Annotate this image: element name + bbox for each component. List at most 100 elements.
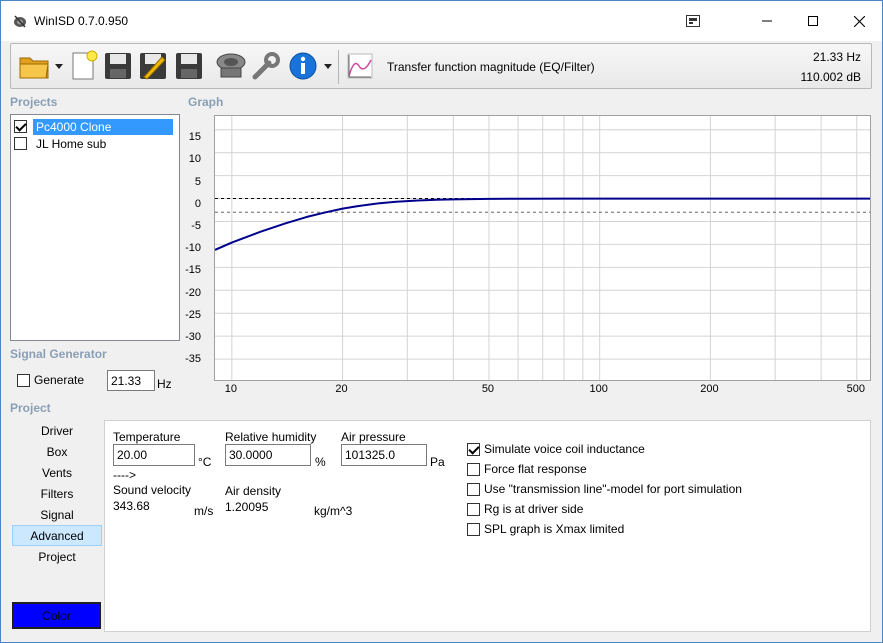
- option-label: Use "transmission line"-model for port s…: [484, 482, 742, 496]
- y-tick-label: -10: [185, 242, 201, 254]
- project-color-button[interactable]: Color: [12, 602, 101, 629]
- humidity-unit: %: [315, 455, 326, 469]
- option-rg-driver-side[interactable]: Rg is at driver side: [467, 502, 583, 516]
- temperature-unit: °C: [198, 455, 212, 469]
- y-tick-label: 10: [188, 153, 201, 165]
- nav-vents[interactable]: Vents: [12, 462, 102, 483]
- projects-label: Projects: [10, 95, 58, 109]
- project-item[interactable]: Pc4000 Clone: [14, 118, 180, 135]
- option-label: SPL graph is Xmax limited: [484, 522, 625, 536]
- cursor-frequency: 21.33 Hz: [812, 50, 861, 64]
- option-checkbox[interactable]: [467, 462, 480, 476]
- floppy-pencil-icon: [140, 53, 166, 80]
- y-tick-label: -30: [185, 331, 201, 343]
- generate-checkbox[interactable]: [17, 373, 30, 387]
- option-label: Force flat response: [484, 462, 587, 476]
- y-tick-label: 15: [188, 131, 201, 143]
- sound-velocity-unit: m/s: [194, 504, 214, 518]
- nav-advanced[interactable]: Advanced: [12, 525, 102, 546]
- signal-generator-label: Signal Generator: [10, 347, 107, 361]
- nav-project[interactable]: Project: [12, 546, 102, 567]
- generate-checkbox-row[interactable]: Generate: [17, 373, 84, 387]
- nav-box[interactable]: Box: [12, 441, 102, 462]
- air-density-unit: kg/m^3: [314, 504, 353, 518]
- minimize-button[interactable]: [744, 1, 790, 41]
- y-tick-label: -25: [185, 309, 201, 321]
- maximize-icon: [808, 16, 818, 26]
- save-as-button[interactable]: [136, 49, 170, 83]
- graph-label: Graph: [188, 95, 224, 109]
- project-checkbox[interactable]: [14, 137, 27, 150]
- option-label: Rg is at driver side: [484, 502, 584, 516]
- option-checkbox[interactable]: [467, 522, 480, 536]
- app-icon: [14, 15, 26, 28]
- maximize-button[interactable]: [790, 1, 836, 41]
- frequency-response-graph[interactable]: [214, 115, 871, 381]
- option-voice-coil-inductance[interactable]: Simulate voice coil inductance: [467, 442, 645, 456]
- sound-velocity-label: Sound velocity: [113, 483, 192, 497]
- temperature-label: Temperature: [113, 430, 181, 444]
- x-tick-label: 200: [700, 383, 719, 395]
- option-label: Simulate voice coil inductance: [484, 442, 645, 456]
- x-tick-label: 20: [335, 383, 348, 395]
- generate-label: Generate: [34, 373, 85, 387]
- project-item[interactable]: JL Home sub: [14, 135, 180, 152]
- close-button[interactable]: [836, 1, 882, 41]
- chevron-down-icon[interactable]: [324, 64, 332, 70]
- option-checkbox[interactable]: [467, 482, 480, 496]
- project-nav: Driver Box Vents Filters Signal Advanced…: [12, 420, 102, 567]
- option-force-flat-response[interactable]: Force flat response: [467, 462, 587, 476]
- graph-type-button[interactable]: [343, 49, 377, 83]
- toolbar-separator: [338, 50, 339, 84]
- graph-grid: [215, 116, 870, 380]
- arrow-indicator: ---->: [113, 468, 136, 482]
- wrench-icon: [252, 52, 280, 80]
- save-all-button[interactable]: [172, 49, 206, 83]
- app-window: WinISD 0.7.0.950 Transfer function magni…: [0, 0, 883, 643]
- x-tick-label: 500: [846, 383, 865, 395]
- toolbar: Transfer function magnitude (EQ/Filter) …: [10, 43, 872, 89]
- floppy-disk-icon: [105, 53, 131, 79]
- air-density-value: 1.20095: [225, 500, 269, 514]
- option-spl-xmax-limited[interactable]: SPL graph is Xmax limited: [467, 522, 624, 536]
- y-tick-label: -5: [191, 220, 201, 232]
- nav-filters[interactable]: Filters: [12, 483, 102, 504]
- pressure-unit: Pa: [430, 455, 445, 469]
- temperature-input[interactable]: [113, 444, 195, 466]
- humidity-input[interactable]: [225, 444, 311, 466]
- pressure-label: Air pressure: [341, 430, 406, 444]
- new-project-button[interactable]: [67, 49, 101, 83]
- generator-frequency-input[interactable]: [107, 370, 155, 391]
- speaker-driver-icon: [216, 53, 246, 78]
- window-layout-icon: [686, 15, 700, 27]
- x-tick-label: 10: [224, 383, 237, 395]
- option-checkbox[interactable]: [467, 442, 480, 456]
- chevron-down-icon[interactable]: [55, 64, 63, 70]
- project-checkbox[interactable]: [14, 120, 27, 133]
- new-document-icon: [72, 50, 98, 80]
- save-button[interactable]: [101, 49, 135, 83]
- restore-layout-button[interactable]: [670, 1, 716, 41]
- y-tick-label: -35: [185, 353, 201, 365]
- sound-velocity-value: 343.68: [113, 499, 150, 513]
- project-name: Pc4000 Clone: [33, 118, 173, 135]
- options-button[interactable]: [249, 49, 283, 83]
- projects-list[interactable]: Pc4000 Clone JL Home sub: [10, 114, 180, 341]
- y-tick-label: -15: [185, 264, 201, 276]
- y-tick-label: 5: [194, 176, 201, 188]
- option-checkbox[interactable]: [467, 502, 480, 516]
- generator-frequency-unit: Hz: [157, 377, 172, 391]
- open-button[interactable]: [17, 49, 51, 83]
- nav-driver[interactable]: Driver: [12, 420, 102, 441]
- y-tick-label: 0: [194, 198, 201, 210]
- option-transmission-line-model[interactable]: Use "transmission line"-model for port s…: [467, 482, 742, 496]
- y-tick-label: -20: [185, 287, 201, 299]
- window-title: WinISD 0.7.0.950: [34, 14, 129, 28]
- about-button[interactable]: [286, 49, 320, 83]
- graph-type-label: Transfer function magnitude (EQ/Filter): [387, 60, 595, 74]
- minimize-icon: [762, 20, 772, 22]
- air-density-label: Air density: [225, 484, 282, 498]
- pressure-input[interactable]: [341, 444, 427, 466]
- nav-signal[interactable]: Signal: [12, 504, 102, 525]
- driver-editor-button[interactable]: [214, 49, 248, 83]
